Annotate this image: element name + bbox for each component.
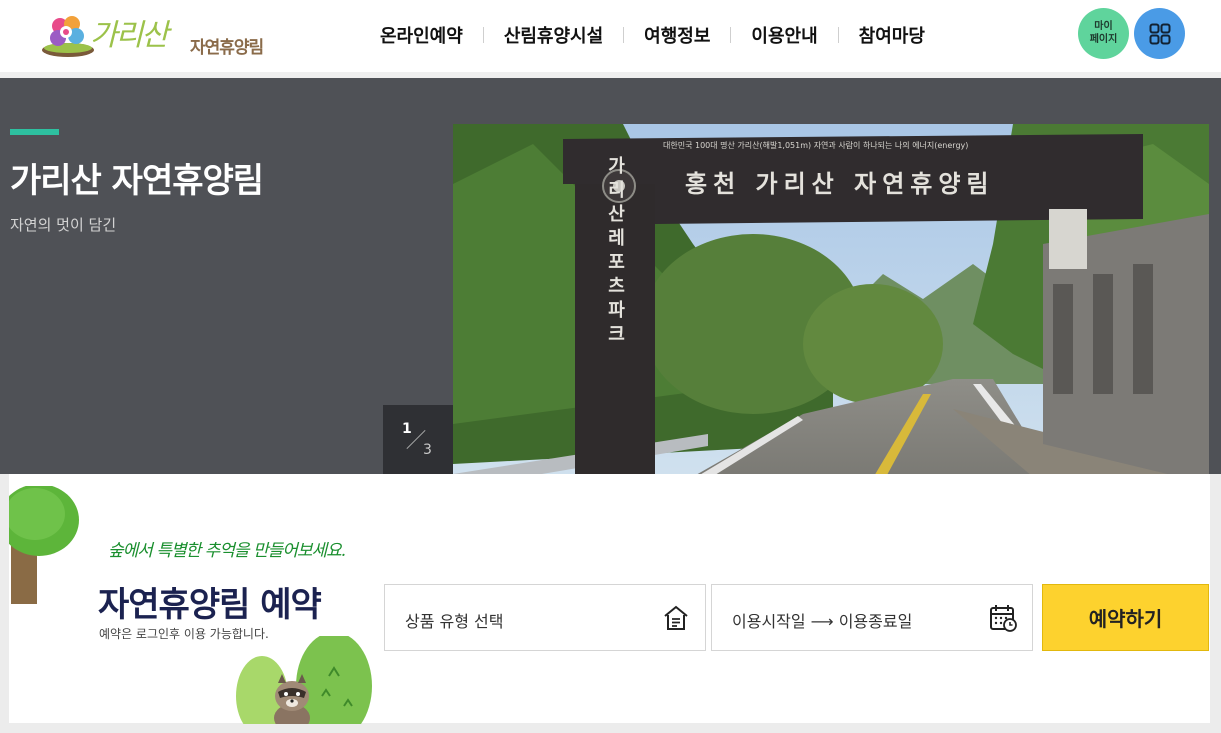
mypage-label-line1: 마이 xyxy=(1094,21,1113,32)
flower-logo-icon xyxy=(42,16,94,57)
date-range-placeholder: 이용시작일 ⟶ 이용종료일 xyxy=(732,612,913,631)
site-header: 가리산 자연휴양림 온라인예약 산림휴양시설 여행정보 이용안내 참여마당 마이… xyxy=(0,0,1221,72)
mypage-button[interactable]: 마이 페이지 xyxy=(1078,8,1129,59)
grid-menu-icon xyxy=(1149,23,1170,44)
reservation-login-note: 예약은 로그인후 이용 가능합니다. xyxy=(99,627,269,641)
gate-top-text: 대한민국 100대 명산 가리산(해발1,051m) 자연과 사람이 하나되는 … xyxy=(663,140,968,150)
nav-travel-info[interactable]: 여행정보 xyxy=(624,22,730,48)
nav-online-reservation[interactable]: 온라인예약 xyxy=(360,22,483,48)
logo-script-text: 가리산 xyxy=(90,18,169,53)
site-logo[interactable]: 가리산 자연휴양림 xyxy=(38,10,278,64)
product-type-select[interactable]: 상품 유형 선택 xyxy=(384,584,706,651)
mypage-label-line2: 페이지 xyxy=(1089,34,1118,45)
gate-pillar-text: 가리산레포츠파크 xyxy=(605,156,626,348)
logo-sub-text: 자연휴양림 xyxy=(190,38,264,58)
reserve-button[interactable]: 예약하기 xyxy=(1042,584,1209,651)
calendar-clock-icon xyxy=(990,605,1017,632)
hero-accent-bar xyxy=(10,129,59,135)
slide-counter: 1 3 xyxy=(383,405,453,475)
reservation-title: 자연휴양림 예약 xyxy=(98,585,322,625)
slide-current: 1 xyxy=(402,421,412,437)
slide-total: 3 xyxy=(423,442,432,458)
main-nav: 온라인예약 산림휴양시설 여행정보 이용안내 참여마당 xyxy=(360,22,945,48)
gate-sign-text: 홍천 가리산 자연휴양림 xyxy=(685,169,995,198)
reservation-script-text: 숲에서 특별한 추억을 만들어보세요. xyxy=(108,541,346,561)
nav-usage-guide[interactable]: 이용안내 xyxy=(731,22,837,48)
house-list-icon xyxy=(664,605,688,630)
tree-illustration-left xyxy=(9,486,79,604)
hero-subtitle: 자연의 멋이 담긴 xyxy=(10,216,117,234)
date-range-field[interactable]: 이용시작일 ⟶ 이용종료일 xyxy=(711,584,1033,651)
raccoon-tree-illustration xyxy=(236,636,372,724)
all-menu-button[interactable] xyxy=(1134,8,1185,59)
hero-title: 가리산 자연휴양림 xyxy=(10,161,264,201)
nav-forest-facilities[interactable]: 산림휴양시설 xyxy=(484,22,623,48)
product-type-placeholder: 상품 유형 선택 xyxy=(405,612,504,631)
nav-community[interactable]: 참여마당 xyxy=(839,22,945,48)
